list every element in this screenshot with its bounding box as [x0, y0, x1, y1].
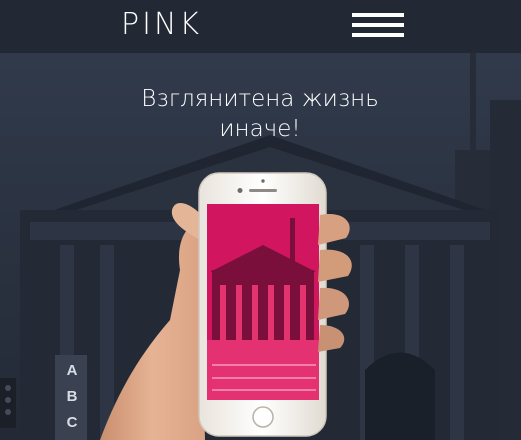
hero-headline-line-2: иначе!: [219, 116, 301, 142]
hand-holding-smartphone: [100, 172, 352, 440]
site-logo[interactable]: PINK: [121, 7, 202, 43]
hamburger-menu-icon[interactable]: [352, 13, 404, 37]
hero-headline: Взглянитена жизнь иначе!: [130, 84, 390, 144]
hero-headline-line-1: Взглянитена жизнь: [141, 86, 379, 112]
menu-bar-middle: [352, 23, 404, 27]
menu-bar-top: [352, 13, 404, 17]
menu-bar-bottom: [352, 33, 404, 37]
site-header: PINK: [0, 0, 521, 53]
